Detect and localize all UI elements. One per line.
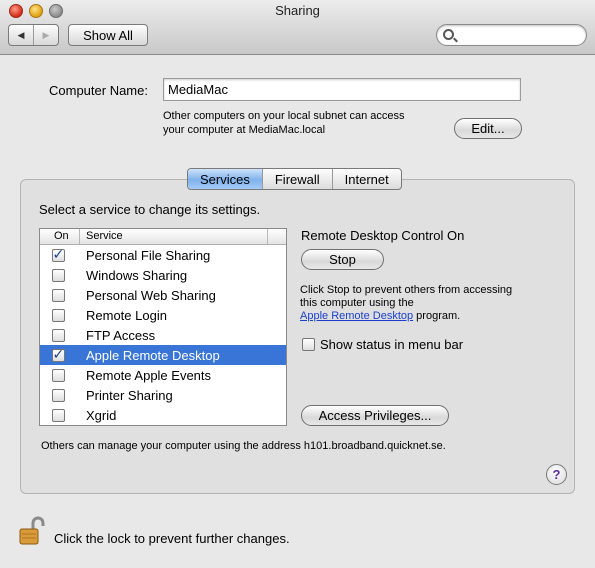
table-row[interactable]: FTP Access: [40, 325, 286, 345]
lock-message: Click the lock to prevent further change…: [54, 531, 290, 546]
list-header: On Service: [40, 229, 286, 245]
service-on-checkbox[interactable]: [51, 368, 65, 382]
desc-line-2: this computer using the: [300, 297, 414, 309]
tab-internet[interactable]: Internet: [333, 169, 401, 189]
stop-button[interactable]: Stop: [301, 249, 384, 270]
service-name: Windows Sharing: [86, 267, 188, 283]
service-on-checkbox[interactable]: [51, 308, 65, 322]
forward-arrow-icon: ▶: [42, 29, 50, 40]
service-on-cell: [40, 246, 80, 263]
service-status-text: Remote Desktop Control On: [301, 228, 465, 243]
show-status-checkbox[interactable]: [302, 338, 315, 351]
services-list: On Service Personal File Sharing Windows …: [39, 228, 287, 426]
note-line-1: Other computers on your local subnet can…: [163, 110, 405, 122]
table-row[interactable]: Printer Sharing: [40, 385, 286, 405]
service-on-checkbox[interactable]: [51, 328, 65, 342]
service-name: FTP Access: [86, 327, 156, 343]
back-arrow-icon: ◀: [17, 29, 25, 40]
service-description: Click Stop to prevent others from access…: [300, 284, 545, 323]
tab-firewall[interactable]: Firewall: [263, 169, 333, 189]
service-on-cell: [40, 346, 80, 363]
table-row[interactable]: Apple Remote Desktop: [40, 345, 286, 365]
table-row[interactable]: Remote Apple Events: [40, 365, 286, 385]
service-name: Printer Sharing: [86, 387, 173, 403]
service-on-cell: [40, 408, 80, 422]
forward-button[interactable]: ▶: [34, 25, 58, 45]
service-on-cell: [40, 268, 80, 282]
service-name: Personal File Sharing: [86, 247, 211, 263]
desc-tail: program.: [413, 310, 461, 322]
help-button[interactable]: ?: [546, 464, 567, 485]
services-rows: Personal File Sharing Windows Sharing Pers…: [40, 245, 286, 425]
service-on-checkbox[interactable]: [51, 388, 65, 402]
desc-line-1: Click Stop to prevent others from access…: [300, 284, 513, 296]
column-header-on[interactable]: On: [40, 229, 80, 244]
apple-remote-desktop-link[interactable]: Apple Remote Desktop: [300, 310, 413, 322]
computer-name-label: Computer Name:: [49, 83, 148, 98]
edit-button[interactable]: Edit...: [454, 118, 522, 139]
table-row[interactable]: Personal Web Sharing: [40, 285, 286, 305]
service-on-cell: [40, 368, 80, 382]
window-title: Sharing: [275, 3, 320, 18]
service-on-checkbox[interactable]: [51, 408, 65, 422]
search-icon: [443, 29, 454, 40]
access-privileges-button[interactable]: Access Privileges...: [301, 405, 449, 426]
show-status-option[interactable]: Show status in menu bar: [302, 337, 463, 352]
service-name: Remote Apple Events: [86, 367, 212, 383]
service-on-checkbox[interactable]: [51, 288, 65, 302]
service-name: Xgrid: [86, 407, 117, 423]
show-all-button[interactable]: Show All: [68, 24, 148, 46]
service-name: Personal Web Sharing: [86, 287, 216, 303]
service-on-cell: [40, 388, 80, 402]
tab-bar: Services Firewall Internet: [187, 168, 402, 190]
search-field[interactable]: [436, 24, 587, 46]
window-titlebar: Sharing ◀ ▶ Show All: [0, 0, 595, 55]
service-on-checkbox[interactable]: [51, 246, 65, 263]
show-status-label: Show status in menu bar: [320, 337, 464, 352]
service-on-cell: [40, 328, 80, 342]
service-on-checkbox[interactable]: [51, 268, 65, 282]
column-header-service[interactable]: Service: [80, 229, 268, 244]
service-on-checkbox[interactable]: [51, 346, 65, 363]
table-row[interactable]: Remote Login: [40, 305, 286, 325]
computer-name-note: Other computers on your local subnet can…: [163, 109, 453, 137]
computer-name-field[interactable]: MediaMac: [163, 78, 521, 101]
table-row[interactable]: Windows Sharing: [40, 265, 286, 285]
service-on-cell: [40, 288, 80, 302]
service-name: Apple Remote Desktop: [86, 347, 220, 363]
back-forward-control: ◀ ▶: [8, 24, 59, 46]
note-line-2: your computer at MediaMac.local: [163, 124, 326, 136]
services-instruction: Select a service to change its settings.: [39, 202, 261, 217]
service-name: Remote Login: [86, 307, 167, 323]
tab-services[interactable]: Services: [188, 169, 263, 189]
service-on-cell: [40, 308, 80, 322]
back-button[interactable]: ◀: [9, 25, 34, 45]
address-note: Others can manage your computer using th…: [41, 440, 446, 452]
padlock-open-icon[interactable]: [19, 516, 45, 546]
table-row[interactable]: Personal File Sharing: [40, 245, 286, 265]
table-row[interactable]: Xgrid: [40, 405, 286, 425]
